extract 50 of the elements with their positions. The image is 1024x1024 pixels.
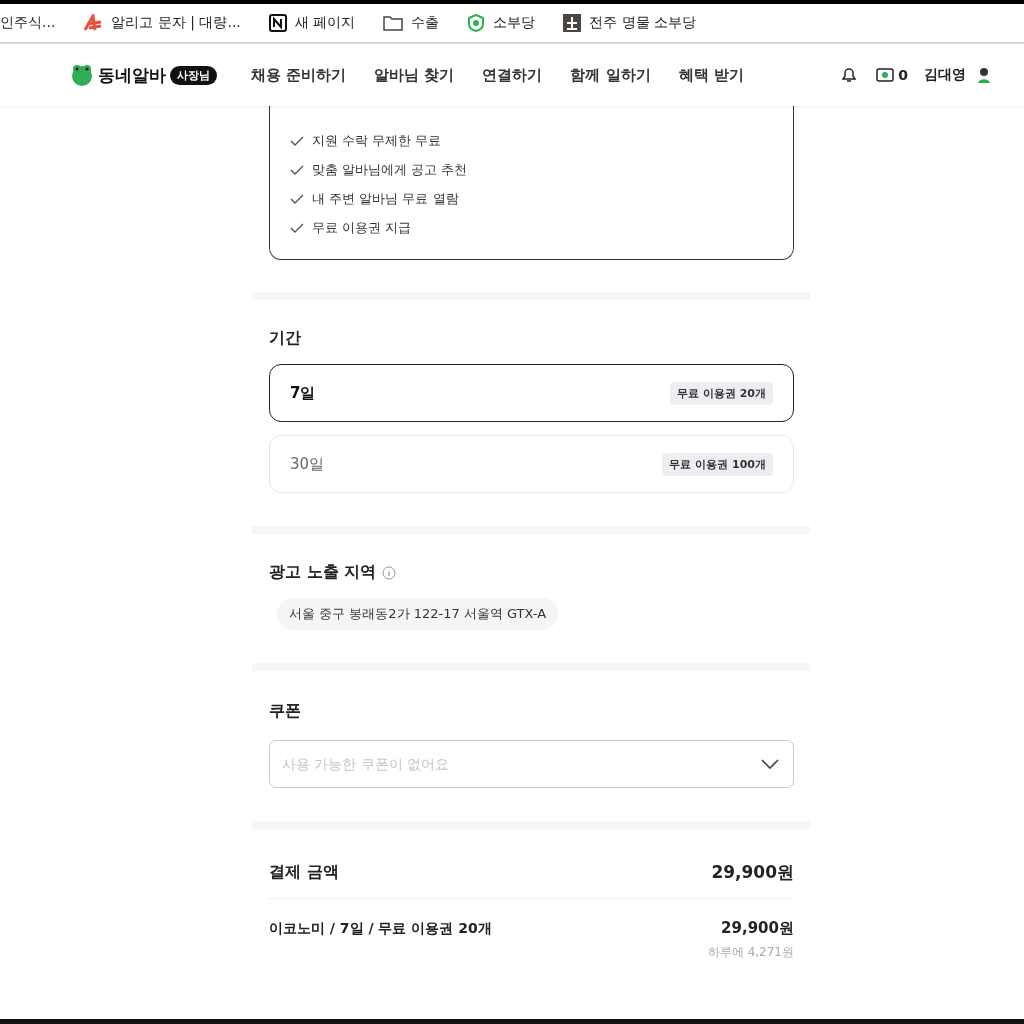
points-count: 0 [898,67,908,83]
nav-link[interactable]: 알바님 찾기 [374,65,455,85]
total-amount: 29,900원 [711,861,794,884]
bookmark[interactable]: 소부당 [493,14,536,32]
tile-icon [563,14,582,32]
order-summary: 이코노미 / 7일 / 무료 이용권 20개 [269,919,492,938]
nav-link[interactable]: 혜택 받기 [678,65,744,85]
bookmark[interactable]: 새 페이지 [294,14,356,32]
user-name[interactable]: 김대영 [924,66,966,84]
shield-icon [467,14,486,32]
period-label: 30일 [290,454,325,474]
nav-link[interactable]: 함께 일하기 [570,65,651,85]
frog-logo-icon [70,63,94,87]
ticket-tag: 무료 이용권 100개 [662,452,773,476]
benefit-text: 맞춤 알바님에게 공고 추천 [312,161,468,179]
item-price: 29,900원 [721,919,794,938]
bookmark[interactable]: 알리고 문자 | 대량... [111,14,241,32]
nav-link[interactable]: 채용 준비하기 [251,65,347,85]
period-label: 7일 [290,383,316,403]
bookmark[interactable]: 전주 명물 소부당 [589,14,697,32]
check-icon [290,135,304,147]
info-icon [382,565,397,580]
benefit-text: 내 주변 알바님 무료 열람 [312,190,459,208]
check-icon [290,222,304,234]
section-title: 쿠폰 [269,701,301,722]
payment-title: 결제 금액 [269,862,339,883]
period-option[interactable]: 30일 무료 이용권 100개 [269,435,794,493]
bell-icon [840,66,859,84]
check-icon [290,164,304,176]
bookmark[interactable]: 인주식... [0,14,56,32]
section-title: 기간 [269,328,301,349]
a-logo-icon [83,14,104,32]
per-day-price: 하루에 4,271원 [707,945,794,959]
logo-badge: 사장님 [170,65,217,85]
period-option[interactable]: 7일 무료 이용권 20개 [269,364,794,422]
logo-text: 동네알바 [98,63,166,87]
ticket-tag: 무료 이용권 20개 [670,381,773,405]
avatar-icon [976,66,992,84]
section-title: 광고 노출 지역 [269,562,377,583]
ticket-icon [876,66,895,84]
chevron-down-icon [761,759,779,770]
bookmark[interactable]: 수출 [411,14,440,32]
benefit-text: 무료 이용권 지급 [312,219,412,237]
benefit-text: 지원 수락 무제한 무료 [312,132,442,150]
coupon-select[interactable]: 사용 가능한 쿠폰이 없어요 [269,740,794,788]
check-icon [290,193,304,205]
folder-icon [383,14,404,32]
address-chip: 서울 중구 봉래동2가 122-17 서울역 GTX-A [277,598,559,630]
nav-link[interactable]: 연결하기 [482,65,543,85]
notion-logo-icon [268,14,287,32]
